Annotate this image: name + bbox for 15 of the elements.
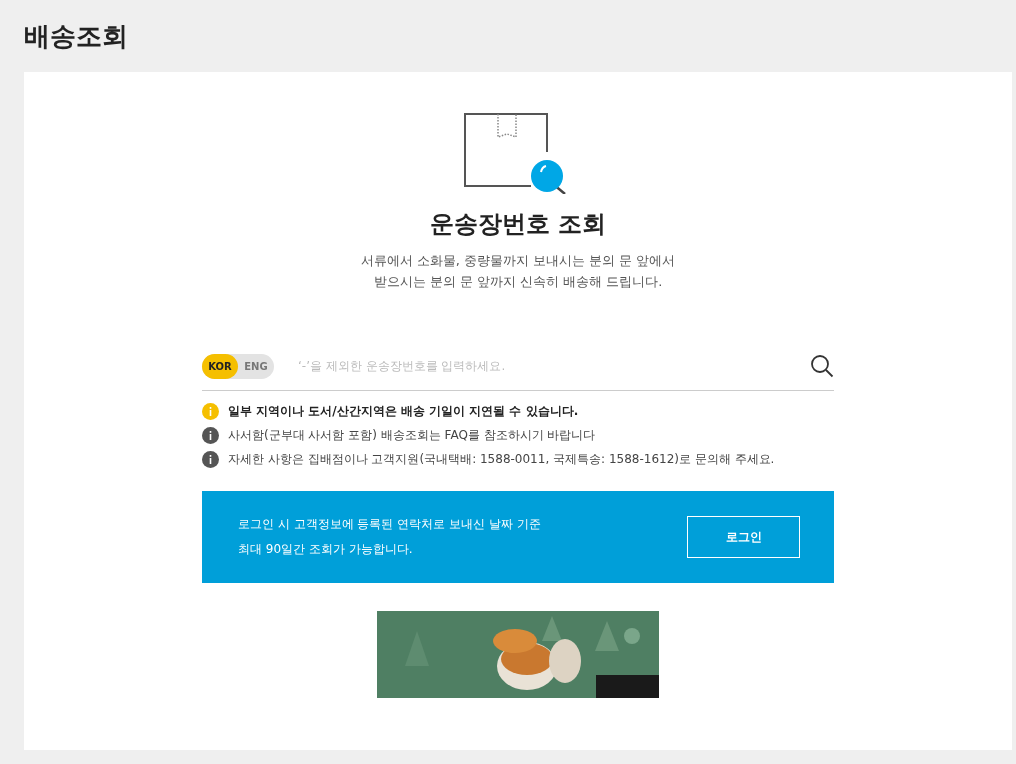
- description: 서류에서 소화물, 중량물까지 보내시는 분의 문 앞에서 받으시는 분의 문 앞까지 신속히 배송해 드립니다.: [360, 252, 676, 291]
- language-tab[interactable]: KOR: [202, 353, 238, 379]
- notice-text: 사서함(군부대 사서함 포함) 배송조회는 FAQ를 참조하시기 바랍니다: [228, 427, 596, 444]
- login-notice: 로그인 시 고객정보에 등록된 연락처로 보내신 날짜 기준 최대 90일간 조회가 가능합니다.: [238, 516, 541, 558]
- notice-text: 일부 지역이나 도서/산간지역은 배송 기일이 지연될 수 있습니다.: [228, 403, 579, 420]
- login-button[interactable]: 로그인: [687, 516, 800, 558]
- notice-text: 자세한 사항은 집배점이나 고객지원(국내택배: 1588-0011, 국제특송: 1588-1612)로 문의해 주세요.: [228, 451, 775, 468]
- page-title: 배송조회: [24, 19, 128, 53]
- section-heading: 운송장번호 조회: [429, 209, 607, 240]
- tracking-number-field[interactable]: ‘-’을 제외한 운송장번호를 입력하세요.: [296, 358, 810, 374]
- info-icon: [202, 403, 219, 420]
- search-icon[interactable]: [810, 354, 834, 378]
- info-icon: [202, 451, 219, 468]
- language-tab[interactable]: ENG: [238, 353, 274, 379]
- info-icon: [202, 427, 219, 444]
